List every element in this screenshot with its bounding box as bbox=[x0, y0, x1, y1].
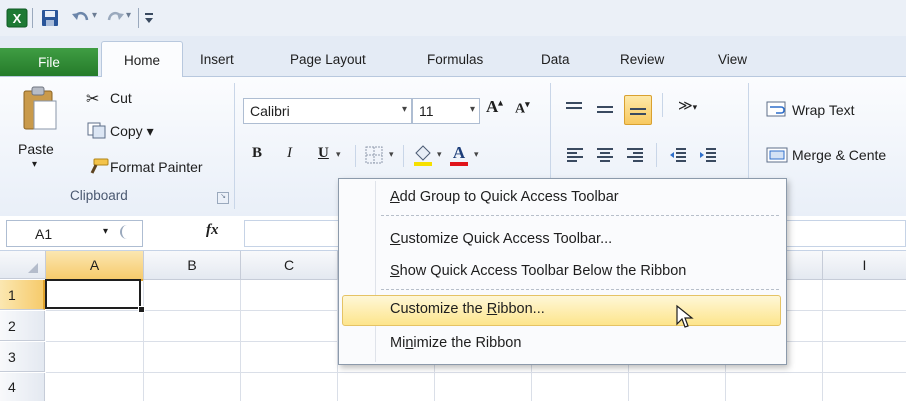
name-box-value: A1 bbox=[35, 226, 53, 242]
tab-page-layout[interactable]: Page Layout bbox=[290, 52, 366, 67]
column-header-a[interactable]: A bbox=[46, 251, 144, 281]
menu-gutter bbox=[375, 181, 376, 362]
font-size-dropdown-icon[interactable]: ▾ bbox=[470, 104, 475, 115]
fill-handle[interactable] bbox=[138, 306, 145, 313]
column-header-c[interactable]: C bbox=[241, 251, 338, 280]
cut-button[interactable]: Cut bbox=[110, 90, 132, 106]
underline-dropdown-icon[interactable]: ▾ bbox=[336, 149, 341, 160]
column-header-b[interactable]: B bbox=[144, 251, 241, 280]
redo-dropdown-icon[interactable]: ▾ bbox=[126, 10, 131, 21]
excel-app-icon[interactable]: X bbox=[6, 8, 28, 28]
font-name-box[interactable]: Calibri ▾ bbox=[243, 98, 412, 124]
merge-center-icon bbox=[765, 145, 789, 165]
grid-line bbox=[46, 372, 906, 373]
font-size-box[interactable]: 11 ▾ bbox=[412, 98, 480, 124]
menu-item-show-qat-below-ribbon[interactable]: Show Quick Access Toolbar Below the Ribb… bbox=[390, 263, 686, 279]
borders-dropdown-icon[interactable]: ▾ bbox=[389, 149, 394, 160]
merge-center-button[interactable]: Merge & Cente bbox=[792, 147, 886, 163]
tab-view[interactable]: View bbox=[718, 52, 747, 67]
decrease-indent-icon[interactable] bbox=[667, 145, 689, 165]
cut-icon: ✂ bbox=[86, 91, 100, 108]
align-left-icon[interactable] bbox=[564, 145, 586, 165]
font-name-dropdown-icon[interactable]: ▾ bbox=[402, 104, 407, 115]
menu-item-add-group-to-qat[interactable]: Add Group to Quick Access Toolbar bbox=[390, 189, 619, 205]
font-separator bbox=[403, 145, 404, 167]
font-color-dropdown-icon[interactable]: ▾ bbox=[474, 149, 479, 160]
format-painter-button[interactable]: Format Painter bbox=[110, 159, 203, 175]
grow-font-icon[interactable]: A▴ bbox=[486, 97, 503, 117]
insert-function-icon[interactable]: fx bbox=[206, 222, 219, 239]
tab-data[interactable]: Data bbox=[541, 52, 570, 67]
row-header-3[interactable]: 3 bbox=[0, 342, 45, 372]
increase-indent-icon[interactable] bbox=[697, 145, 719, 165]
group-separator bbox=[234, 83, 235, 209]
align-middle-icon[interactable] bbox=[594, 99, 616, 119]
shrink-font-icon[interactable]: A▾ bbox=[515, 99, 530, 118]
font-name-value: Calibri bbox=[250, 103, 290, 119]
formula-bar-divider bbox=[120, 225, 134, 239]
clipboard-dialog-launcher-icon[interactable]: ↘ bbox=[217, 192, 229, 204]
svg-text:X: X bbox=[13, 11, 22, 26]
svg-text:A: A bbox=[453, 143, 466, 162]
ribbon-context-menu: Add Group to Quick Access Toolbar Custom… bbox=[338, 178, 787, 365]
align-separator bbox=[656, 143, 657, 167]
tab-formulas[interactable]: Formulas bbox=[427, 52, 483, 67]
copy-icon bbox=[86, 121, 108, 139]
fill-color-dropdown-icon[interactable]: ▾ bbox=[437, 149, 442, 160]
mouse-cursor-icon bbox=[675, 304, 697, 330]
menu-item-customize-ribbon[interactable]: Customize the Ribbon... bbox=[390, 301, 545, 317]
save-icon[interactable] bbox=[40, 8, 60, 28]
row-header-4[interactable]: 4 bbox=[0, 373, 45, 401]
paste-button[interactable]: Paste bbox=[18, 141, 54, 157]
underline-button[interactable]: U bbox=[318, 145, 329, 162]
title-separator bbox=[138, 8, 139, 28]
paste-dropdown-icon[interactable]: ▾ bbox=[32, 159, 37, 170]
wrap-text-icon bbox=[765, 99, 789, 119]
align-right-icon[interactable] bbox=[624, 145, 646, 165]
menu-item-minimize-ribbon[interactable]: Minimize the Ribbon bbox=[390, 335, 521, 351]
align-top-icon[interactable] bbox=[563, 99, 585, 119]
undo-icon[interactable] bbox=[70, 8, 92, 28]
selected-cell-a1[interactable] bbox=[45, 279, 141, 309]
row-header-2[interactable]: 2 bbox=[0, 311, 45, 341]
column-header-i[interactable]: I bbox=[823, 251, 906, 280]
italic-button[interactable]: I bbox=[287, 145, 292, 162]
align-center-icon[interactable] bbox=[594, 145, 616, 165]
menu-item-customize-qat[interactable]: Customize Quick Access Toolbar... bbox=[390, 231, 612, 247]
bold-button[interactable]: B bbox=[252, 145, 262, 162]
font-size-value: 11 bbox=[419, 103, 434, 119]
font-separator bbox=[355, 145, 356, 167]
title-bar: X ▾ ▾ bbox=[0, 0, 906, 36]
fill-color-icon[interactable] bbox=[412, 143, 434, 167]
borders-icon[interactable] bbox=[364, 145, 384, 165]
tab-insert[interactable]: Insert bbox=[200, 52, 234, 67]
tab-review[interactable]: Review bbox=[620, 52, 664, 67]
row-header-1[interactable]: 1 bbox=[0, 280, 45, 310]
title-separator bbox=[32, 8, 33, 28]
customize-qat-icon[interactable] bbox=[143, 9, 155, 25]
paste-icon[interactable] bbox=[20, 85, 60, 135]
orientation-icon[interactable]: ≫▾ bbox=[678, 97, 706, 117]
align-bottom-icon[interactable] bbox=[624, 95, 652, 125]
format-painter-icon bbox=[88, 157, 110, 175]
tab-home[interactable]: Home bbox=[101, 41, 183, 78]
menu-separator bbox=[381, 289, 779, 290]
font-color-icon[interactable]: A bbox=[448, 141, 470, 167]
copy-button[interactable]: Copy ▾ bbox=[110, 123, 154, 140]
wrap-text-button[interactable]: Wrap Text bbox=[792, 102, 855, 118]
menu-separator bbox=[381, 215, 779, 216]
tab-file[interactable]: File bbox=[0, 48, 98, 76]
align-separator bbox=[662, 93, 663, 117]
clipboard-group-label: Clipboard bbox=[70, 188, 128, 203]
redo-icon[interactable] bbox=[104, 8, 126, 28]
undo-dropdown-icon[interactable]: ▾ bbox=[92, 10, 97, 21]
select-all-corner[interactable] bbox=[0, 251, 46, 279]
name-box-dropdown-icon[interactable]: ▾ bbox=[103, 226, 108, 237]
